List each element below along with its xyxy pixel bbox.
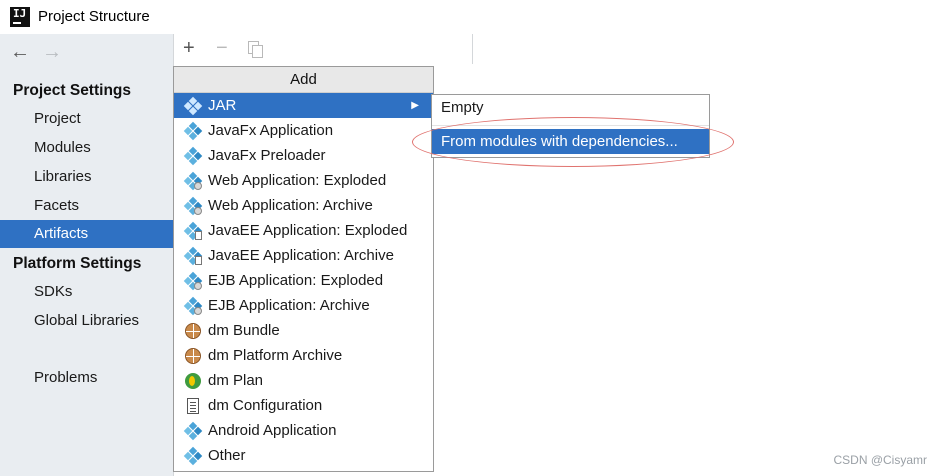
menu-item-web-application-archive[interactable]: Web Application: Archive (174, 193, 433, 218)
sidebar-item-artifacts[interactable]: Artifacts (0, 220, 173, 248)
panel-divider (472, 34, 473, 64)
popup-header: Add (174, 67, 433, 93)
menu-item-other[interactable]: Other (174, 443, 433, 468)
menu-item-label: JavaFx Preloader (208, 147, 326, 164)
sidebar-item-global-libraries[interactable]: Global Libraries (0, 307, 173, 335)
menu-item-label: Android Application (208, 422, 337, 439)
menu-item-ejb-application-archive[interactable]: EJB Application: Archive (174, 293, 433, 318)
copy-icon[interactable] (248, 41, 263, 58)
logo-text: IJ (13, 7, 27, 20)
artifact-diamond-icon (183, 446, 203, 466)
watermark: CSDN @Cisyamr (833, 453, 927, 467)
menu-item-label: Other (208, 447, 246, 464)
back-arrow-icon[interactable]: ← (10, 42, 30, 62)
ejb-artifact-icon (183, 271, 203, 291)
menu-item-label: JavaFx Application (208, 122, 334, 139)
sidebar-item-facets[interactable]: Facets (0, 192, 173, 220)
sidebar-item-modules[interactable]: Modules (0, 134, 173, 162)
javaee-artifact-icon (183, 221, 203, 241)
menu-item-dm-bundle[interactable]: dm Bundle (174, 318, 433, 343)
menu-item-label: EJB Application: Exploded (208, 272, 384, 289)
menu-item-label: JavaEE Application: Exploded (208, 222, 408, 239)
menu-item-dm-platform-archive[interactable]: dm Platform Archive (174, 343, 433, 368)
sidebar-item-libraries[interactable]: Libraries (0, 163, 173, 191)
menu-item-ejb-application-exploded[interactable]: EJB Application: Exploded (174, 268, 433, 293)
sidebar-item-problems[interactable]: Problems (0, 364, 173, 392)
sidebar-item-project[interactable]: Project (0, 105, 173, 133)
menu-item-label: dm Platform Archive (208, 347, 343, 364)
sidebar-item-sdks[interactable]: SDKs (0, 278, 173, 306)
title-bar: IJ Project Structure (0, 0, 941, 34)
menu-item-jar[interactable]: JAR ▶ (174, 93, 433, 118)
menu-item-label: Web Application: Archive (208, 197, 373, 214)
menu-item-javaee-application-archive[interactable]: JavaEE Application: Archive (174, 243, 433, 268)
project-settings-heading: Project Settings (13, 82, 131, 99)
javaee-artifact-icon (183, 246, 203, 266)
intellij-logo-icon: IJ (10, 7, 30, 27)
menu-item-javafx-preloader[interactable]: JavaFx Preloader (174, 143, 433, 168)
remove-icon[interactable]: − (216, 37, 228, 60)
dm-platform-icon (185, 348, 201, 364)
artifact-diamond-icon (183, 146, 203, 166)
menu-item-android-application[interactable]: Android Application (174, 418, 433, 443)
menu-item-web-application-exploded[interactable]: Web Application: Exploded (174, 168, 433, 193)
web-artifact-icon (183, 196, 203, 216)
ejb-artifact-icon (183, 296, 203, 316)
add-icon[interactable]: + (183, 37, 195, 60)
dm-bundle-icon (185, 323, 201, 339)
menu-item-label: EJB Application: Archive (208, 297, 370, 314)
settings-sidebar: ← → Project Settings Project Modules Lib… (0, 34, 173, 476)
submenu-arrow-icon: ▶ (411, 100, 419, 111)
menu-item-label: dm Configuration (208, 397, 323, 414)
platform-settings-heading: Platform Settings (13, 255, 142, 272)
menu-item-dm-configuration[interactable]: dm Configuration (174, 393, 433, 418)
menu-item-label: dm Plan (208, 372, 264, 389)
artifact-diamond-icon (183, 421, 203, 441)
menu-item-label: dm Bundle (208, 322, 280, 339)
menu-item-label: Web Application: Exploded (208, 172, 387, 189)
add-artifact-popup: Add JAR ▶ JavaFx Application JavaFx Prel… (173, 66, 434, 472)
artifact-diamond-icon (183, 96, 203, 116)
artifacts-toolbar: + − (174, 34, 474, 64)
dm-plan-icon (185, 373, 201, 389)
annotation-ellipse (412, 117, 734, 167)
window-title: Project Structure (38, 8, 150, 25)
menu-item-label: JavaEE Application: Archive (208, 247, 394, 264)
forward-arrow-icon[interactable]: → (42, 42, 62, 62)
dm-config-icon (187, 398, 199, 414)
web-artifact-icon (183, 171, 203, 191)
menu-item-label: JAR (208, 97, 237, 114)
menu-item-dm-plan[interactable]: dm Plan (174, 368, 433, 393)
menu-item-javafx-application[interactable]: JavaFx Application (174, 118, 433, 143)
menu-item-javaee-application-exploded[interactable]: JavaEE Application: Exploded (174, 218, 433, 243)
artifact-diamond-icon (183, 121, 203, 141)
